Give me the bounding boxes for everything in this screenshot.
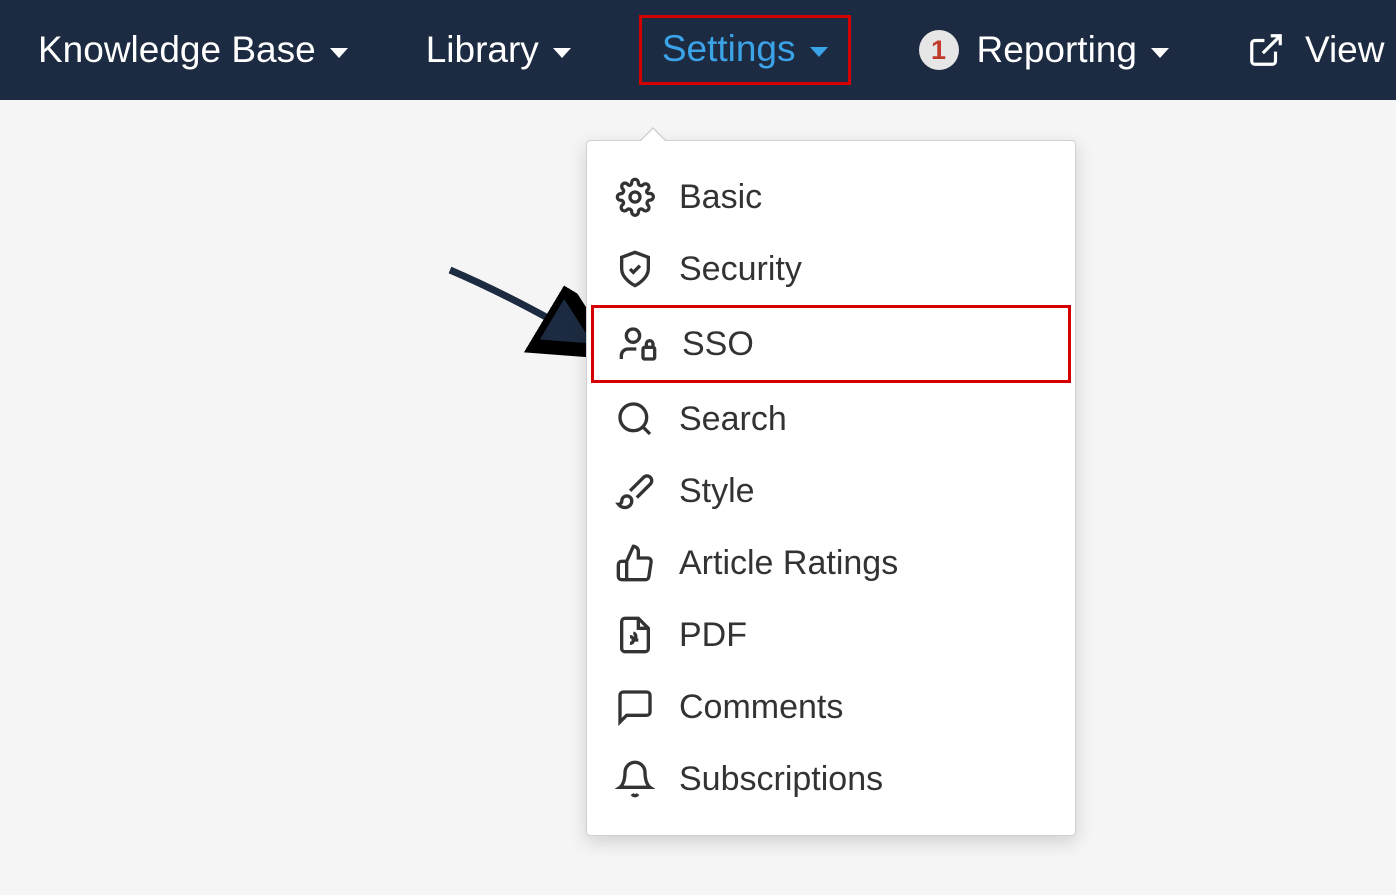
notification-badge: 1 [919,30,959,70]
chevron-down-icon [1151,48,1169,58]
nav-settings-highlight-box: Settings [639,15,851,85]
brush-icon [613,469,657,513]
top-navbar: Knowledge Base Library Settings 1 Report… [0,0,1396,100]
chevron-down-icon [330,48,348,58]
settings-dropdown-scroll[interactable]: Basic Security SSO Search Style [587,141,1075,835]
menu-item-style[interactable]: Style [587,455,1075,527]
chevron-down-icon [810,47,828,57]
nav-library[interactable]: Library [416,23,581,77]
nav-view-kb-label: View KB [1305,29,1396,71]
menu-item-label: Subscriptions [679,760,883,799]
comment-icon [613,685,657,729]
menu-item-article-ratings[interactable]: Article Ratings [587,527,1075,599]
nav-knowledge-base-label: Knowledge Base [38,29,316,71]
nav-library-label: Library [426,29,539,71]
menu-item-comments[interactable]: Comments [587,671,1075,743]
nav-view-kb[interactable]: View KB [1237,23,1396,77]
menu-item-label: SSO [682,325,754,364]
menu-item-subscriptions[interactable]: Subscriptions [587,743,1075,815]
menu-item-label: PDF [679,616,747,655]
menu-item-label: Search [679,400,787,439]
search-icon [613,397,657,441]
menu-item-label: Basic [679,178,762,217]
menu-item-label: Security [679,250,802,289]
gear-icon [613,175,657,219]
menu-item-label: Article Ratings [679,544,898,583]
menu-item-search[interactable]: Search [587,383,1075,455]
bell-icon [613,757,657,801]
file-pdf-icon [613,613,657,657]
menu-item-label: Style [679,472,755,511]
menu-item-pdf[interactable]: PDF [587,599,1075,671]
nav-knowledge-base[interactable]: Knowledge Base [28,23,358,77]
thumbs-up-icon [613,541,657,585]
nav-settings[interactable]: Settings [652,22,838,76]
menu-item-sso[interactable]: SSO [591,305,1071,383]
nav-reporting-label: Reporting [977,29,1137,71]
settings-dropdown: Basic Security SSO Search Style [586,140,1076,836]
user-lock-icon [616,322,660,366]
shield-check-icon [613,247,657,291]
nav-settings-label: Settings [662,28,796,70]
external-link-icon [1247,31,1285,69]
menu-item-label: Comments [679,688,843,727]
menu-item-basic[interactable]: Basic [587,161,1075,233]
nav-reporting[interactable]: 1 Reporting [909,23,1179,77]
menu-item-security[interactable]: Security [587,233,1075,305]
chevron-down-icon [553,48,571,58]
